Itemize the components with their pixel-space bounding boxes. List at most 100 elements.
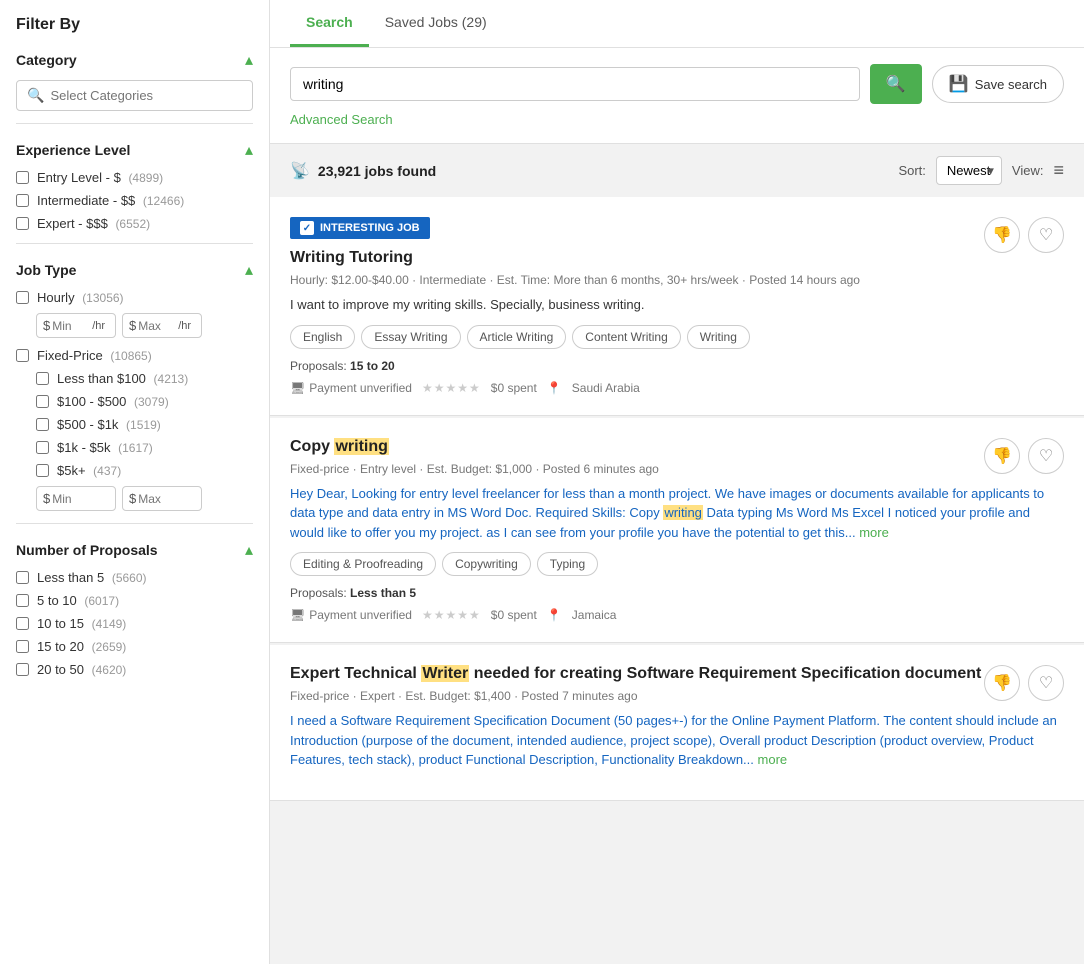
- job-2-like-button[interactable]: ♡: [1028, 438, 1064, 474]
- prop-lt5-row: Less than 5 (5660): [16, 570, 253, 585]
- fixed-lt100-label[interactable]: Less than $100 (4213): [57, 371, 188, 386]
- tag-writing[interactable]: Writing: [687, 325, 750, 349]
- advanced-search-link[interactable]: Advanced Search: [290, 112, 393, 127]
- category-label: Category: [16, 52, 77, 68]
- experience-label: Experience Level: [16, 142, 130, 158]
- prop-5-10-checkbox[interactable]: [16, 594, 29, 607]
- job-3-title[interactable]: Expert Technical Writer needed for creat…: [290, 665, 1064, 683]
- fixed-r100-checkbox[interactable]: [36, 395, 49, 408]
- job-2-proposals-value: Less than 5: [350, 586, 416, 600]
- job-2-description: Hey Dear, Looking for entry level freela…: [290, 484, 1064, 543]
- sort-wrap: Newest ▾: [936, 156, 1002, 185]
- results-count-text: 23,921 jobs found: [318, 163, 436, 179]
- job-2-title[interactable]: Copy writing: [290, 438, 1064, 456]
- job-1-payment: 🖥 Payment unverified ★★★★★ $0 spent 📍 Sa…: [290, 381, 1064, 395]
- hourly-min-input[interactable]: [52, 319, 92, 333]
- fixed-r1k-label[interactable]: $1k - $5k (1617): [57, 440, 153, 455]
- save-search-button[interactable]: 💾 Save search: [932, 65, 1064, 103]
- exp-intermediate-label[interactable]: Intermediate - $$ (12466): [37, 193, 184, 208]
- prop-10-15-checkbox[interactable]: [16, 617, 29, 630]
- category-search-input[interactable]: [50, 88, 242, 103]
- fixed-r1k-count: (1617): [118, 441, 153, 455]
- tabs-bar: Search Saved Jobs (29): [270, 0, 1084, 48]
- exp-entry-checkbox[interactable]: [16, 171, 29, 184]
- job-1-title[interactable]: Writing Tutoring: [290, 249, 1064, 267]
- view-icon[interactable]: ≡: [1053, 160, 1064, 181]
- search-button[interactable]: 🔍: [870, 64, 922, 104]
- sidebar-title: Filter By: [16, 16, 253, 34]
- divider-2: [16, 243, 253, 244]
- proposals-chevron-icon[interactable]: ▴: [245, 540, 253, 560]
- tab-saved-jobs[interactable]: Saved Jobs (29): [369, 0, 503, 47]
- prop-20-50-checkbox[interactable]: [16, 663, 29, 676]
- fixed-price-range: $ $: [16, 486, 253, 511]
- fixed-max-input[interactable]: [138, 492, 178, 506]
- tag-article-writing[interactable]: Article Writing: [467, 325, 567, 349]
- proposals-label: Number of Proposals: [16, 542, 158, 558]
- fixed-r5k-checkbox[interactable]: [36, 464, 49, 477]
- job-2-dislike-button[interactable]: 👎: [984, 438, 1020, 474]
- fixed-r1k-checkbox[interactable]: [36, 441, 49, 454]
- hourly-min-wrap: $ /hr: [36, 313, 116, 338]
- fixed-r500-checkbox[interactable]: [36, 418, 49, 431]
- job-1-stars: ★★★★★: [422, 381, 481, 395]
- hourly-max-dollar: $: [129, 318, 136, 333]
- prop-15-20-checkbox[interactable]: [16, 640, 29, 653]
- prop-15-20-label[interactable]: 15 to 20 (2659): [37, 639, 126, 654]
- exp-intermediate-checkbox[interactable]: [16, 194, 29, 207]
- results-count: 📡 23,921 jobs found: [290, 161, 436, 181]
- tag-essay-writing[interactable]: Essay Writing: [361, 325, 460, 349]
- experience-chevron-icon[interactable]: ▴: [245, 140, 253, 160]
- fixed-r5k-label[interactable]: $5k+ (437): [57, 463, 121, 478]
- tag-english[interactable]: English: [290, 325, 355, 349]
- category-search-wrap: 🔍: [16, 80, 253, 111]
- job-1-dislike-button[interactable]: 👎: [984, 217, 1020, 253]
- job-1-payment-status: Payment unverified: [309, 381, 412, 395]
- jobtype-hourly-checkbox[interactable]: [16, 291, 29, 304]
- tag-editing-proofreading[interactable]: Editing & Proofreading: [290, 552, 436, 576]
- fixed-r500-label[interactable]: $500 - $1k (1519): [57, 417, 161, 432]
- fixed-lt100-checkbox[interactable]: [36, 372, 49, 385]
- job-3-dislike-button[interactable]: 👎: [984, 665, 1020, 701]
- jobtype-hourly-count: (13056): [82, 291, 123, 305]
- job-3-more-link[interactable]: more: [758, 752, 788, 767]
- sort-select[interactable]: Newest: [936, 156, 1002, 185]
- exp-intermediate-row: Intermediate - $$ (12466): [16, 193, 253, 208]
- job-2-desc-link: Hey Dear, Looking for entry level freela…: [290, 486, 1044, 540]
- prop-10-15-label[interactable]: 10 to 15 (4149): [37, 616, 126, 631]
- exp-entry-label[interactable]: Entry Level - $ (4899): [37, 170, 163, 185]
- prop-5-10-label[interactable]: 5 to 10 (6017): [37, 593, 119, 608]
- category-section-header: Category ▴: [16, 50, 253, 70]
- search-bar-area: 🔍 💾 Save search Advanced Search: [270, 48, 1084, 144]
- hourly-max-input[interactable]: [138, 319, 178, 333]
- fixed-r100-label[interactable]: $100 - $500 (3079): [57, 394, 169, 409]
- job-1-like-button[interactable]: ♡: [1028, 217, 1064, 253]
- exp-expert-label[interactable]: Expert - $$$ (6552): [37, 216, 150, 231]
- jobtype-hourly-label[interactable]: Hourly (13056): [37, 290, 124, 305]
- prop-20-50-label[interactable]: 20 to 50 (4620): [37, 662, 126, 677]
- jobtype-fixed-label[interactable]: Fixed-Price (10865): [37, 348, 152, 363]
- job-2-stars: ★★★★★: [422, 608, 481, 622]
- tag-content-writing[interactable]: Content Writing: [572, 325, 680, 349]
- search-input[interactable]: [303, 76, 847, 92]
- tag-copywriting[interactable]: Copywriting: [442, 552, 531, 576]
- jobtype-section-header: Job Type ▴: [16, 260, 253, 280]
- job-1-description: I want to improve my writing skills. Spe…: [290, 295, 1064, 315]
- job-3-like-button[interactable]: ♡: [1028, 665, 1064, 701]
- card-2-actions: 👎 ♡: [984, 438, 1064, 474]
- tab-search[interactable]: Search: [290, 0, 369, 47]
- exp-expert-checkbox[interactable]: [16, 217, 29, 230]
- tag-typing[interactable]: Typing: [537, 552, 598, 576]
- category-chevron-icon[interactable]: ▴: [245, 50, 253, 70]
- job-card-3: 👎 ♡ Expert Technical Writer needed for c…: [270, 645, 1084, 801]
- badge-check-icon: ✓: [300, 221, 314, 235]
- prop-lt5-label[interactable]: Less than 5 (5660): [37, 570, 147, 585]
- job-3-title-highlight: Writer: [421, 665, 469, 682]
- job-2-more-link[interactable]: more: [859, 525, 889, 540]
- jobtype-chevron-icon[interactable]: ▴: [245, 260, 253, 280]
- prop-lt5-checkbox[interactable]: [16, 571, 29, 584]
- category-search-icon: 🔍: [27, 87, 44, 104]
- jobtype-fixed-checkbox[interactable]: [16, 349, 29, 362]
- fixed-min-input[interactable]: [52, 492, 92, 506]
- job-1-meta: Hourly: $12.00-$40.00 · Intermediate · E…: [290, 273, 1064, 287]
